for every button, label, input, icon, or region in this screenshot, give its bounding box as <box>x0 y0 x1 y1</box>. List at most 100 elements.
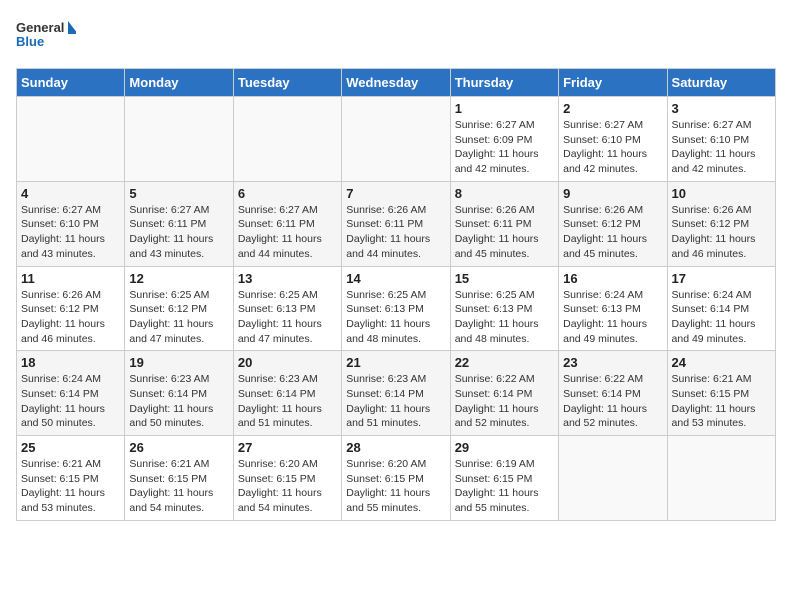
day-number: 29 <box>455 440 554 455</box>
calendar-cell <box>559 436 667 521</box>
calendar-cell: 17 Sunrise: 6:24 AM Sunset: 6:14 PM Dayli… <box>667 266 775 351</box>
day-number: 18 <box>21 355 120 370</box>
calendar-cell: 20Sunrise: 6:23 AM Sunset: 6:14 PM Dayli… <box>233 351 341 436</box>
calendar-cell: 4 Sunrise: 6:27 AM Sunset: 6:10 PM Daylig… <box>17 181 125 266</box>
calendar-cell: 25 Sunrise: 6:21 AM Sunset: 6:15 PM Dayli… <box>17 436 125 521</box>
calendar-table: SundayMondayTuesdayWednesdayThursdayFrid… <box>16 68 776 521</box>
day-number: 9 <box>563 186 662 201</box>
day-number: 22 <box>455 355 554 370</box>
day-info: Sunrise: 6:25 AM Sunset: 6:13 PM Dayligh… <box>346 288 445 347</box>
calendar-cell: 8 Sunrise: 6:26 AM Sunset: 6:11 PM Daylig… <box>450 181 558 266</box>
day-info: Sunrise: 6:24 AM Sunset: 6:13 PM Dayligh… <box>563 288 662 347</box>
calendar-cell <box>342 97 450 182</box>
calendar-cell: 19 Sunrise: 6:23 AM Sunset: 6:14 PM Dayli… <box>125 351 233 436</box>
day-number: 6 <box>238 186 337 201</box>
calendar-cell: 7 Sunrise: 6:26 AM Sunset: 6:11 PM Daylig… <box>342 181 450 266</box>
day-number: 19 <box>129 355 228 370</box>
calendar-cell: 14 Sunrise: 6:25 AM Sunset: 6:13 PM Dayli… <box>342 266 450 351</box>
calendar-cell <box>667 436 775 521</box>
calendar-cell <box>233 97 341 182</box>
calendar-cell: 16 Sunrise: 6:24 AM Sunset: 6:13 PM Dayli… <box>559 266 667 351</box>
calendar-cell: 15 Sunrise: 6:25 AM Sunset: 6:13 PM Dayli… <box>450 266 558 351</box>
day-info: Sunrise: 6:21 AM Sunset: 6:15 PM Dayligh… <box>129 457 228 516</box>
day-number: 15 <box>455 271 554 286</box>
calendar-cell: 13 Sunrise: 6:25 AM Sunset: 6:13 PM Dayli… <box>233 266 341 351</box>
day-info: Sunrise: 6:25 AM Sunset: 6:12 PM Dayligh… <box>129 288 228 347</box>
day-info: Sunrise: 6:23 AM Sunset: 6:14 PM Dayligh… <box>129 372 228 431</box>
day-number: 17 <box>672 271 771 286</box>
day-number: 2 <box>563 101 662 116</box>
calendar-cell: 11Sunrise: 6:26 AM Sunset: 6:12 PM Dayli… <box>17 266 125 351</box>
calendar-cell: 22 Sunrise: 6:22 AM Sunset: 6:14 PM Dayli… <box>450 351 558 436</box>
day-info: Sunrise: 6:21 AM Sunset: 6:15 PM Dayligh… <box>672 372 771 431</box>
calendar-cell: 28 Sunrise: 6:20 AM Sunset: 6:15 PM Dayli… <box>342 436 450 521</box>
calendar-cell: 6 Sunrise: 6:27 AM Sunset: 6:11 PM Daylig… <box>233 181 341 266</box>
day-number: 16 <box>563 271 662 286</box>
calendar-cell: 9 Sunrise: 6:26 AM Sunset: 6:12 PM Daylig… <box>559 181 667 266</box>
day-number: 8 <box>455 186 554 201</box>
calendar-cell: 10 Sunrise: 6:26 AM Sunset: 6:12 PM Dayli… <box>667 181 775 266</box>
page-header: GeneralBlue <box>16 16 776 56</box>
calendar-header-row: SundayMondayTuesdayWednesdayThursdayFrid… <box>17 69 776 97</box>
week-row-1: 1Sunrise: 6:27 AM Sunset: 6:09 PM Daylig… <box>17 97 776 182</box>
day-number: 4 <box>21 186 120 201</box>
logo: GeneralBlue <box>16 16 76 56</box>
calendar-cell: 3 Sunrise: 6:27 AM Sunset: 6:10 PM Daylig… <box>667 97 775 182</box>
calendar-cell <box>125 97 233 182</box>
day-info: Sunrise: 6:20 AM Sunset: 6:15 PM Dayligh… <box>346 457 445 516</box>
day-info: Sunrise: 6:22 AM Sunset: 6:14 PM Dayligh… <box>455 372 554 431</box>
header-friday: Friday <box>559 69 667 97</box>
day-number: 3 <box>672 101 771 116</box>
calendar-cell <box>17 97 125 182</box>
day-info: Sunrise: 6:27 AM Sunset: 6:09 PM Dayligh… <box>455 118 554 177</box>
day-info: Sunrise: 6:20 AM Sunset: 6:15 PM Dayligh… <box>238 457 337 516</box>
day-number: 13 <box>238 271 337 286</box>
week-row-5: 25 Sunrise: 6:21 AM Sunset: 6:15 PM Dayli… <box>17 436 776 521</box>
calendar-cell: 29Sunrise: 6:19 AM Sunset: 6:15 PM Dayli… <box>450 436 558 521</box>
day-number: 21 <box>346 355 445 370</box>
calendar-cell: 1Sunrise: 6:27 AM Sunset: 6:09 PM Daylig… <box>450 97 558 182</box>
day-number: 10 <box>672 186 771 201</box>
calendar-cell: 18 Sunrise: 6:24 AM Sunset: 6:14 PM Dayli… <box>17 351 125 436</box>
day-number: 25 <box>21 440 120 455</box>
day-number: 28 <box>346 440 445 455</box>
day-info: Sunrise: 6:27 AM Sunset: 6:10 PM Dayligh… <box>21 203 120 262</box>
day-number: 14 <box>346 271 445 286</box>
header-wednesday: Wednesday <box>342 69 450 97</box>
day-info: Sunrise: 6:23 AM Sunset: 6:14 PM Dayligh… <box>346 372 445 431</box>
day-info: Sunrise: 6:26 AM Sunset: 6:11 PM Dayligh… <box>455 203 554 262</box>
header-monday: Monday <box>125 69 233 97</box>
week-row-2: 4 Sunrise: 6:27 AM Sunset: 6:10 PM Daylig… <box>17 181 776 266</box>
svg-text:Blue: Blue <box>16 34 44 49</box>
logo-svg: GeneralBlue <box>16 16 76 56</box>
calendar-cell: 21 Sunrise: 6:23 AM Sunset: 6:14 PM Dayli… <box>342 351 450 436</box>
day-number: 26 <box>129 440 228 455</box>
day-info: Sunrise: 6:24 AM Sunset: 6:14 PM Dayligh… <box>21 372 120 431</box>
day-info: Sunrise: 6:25 AM Sunset: 6:13 PM Dayligh… <box>455 288 554 347</box>
day-info: Sunrise: 6:25 AM Sunset: 6:13 PM Dayligh… <box>238 288 337 347</box>
day-info: Sunrise: 6:26 AM Sunset: 6:12 PM Dayligh… <box>21 288 120 347</box>
day-info: Sunrise: 6:27 AM Sunset: 6:10 PM Dayligh… <box>563 118 662 177</box>
day-number: 23 <box>563 355 662 370</box>
day-number: 7 <box>346 186 445 201</box>
day-number: 12 <box>129 271 228 286</box>
day-number: 5 <box>129 186 228 201</box>
day-number: 24 <box>672 355 771 370</box>
day-info: Sunrise: 6:26 AM Sunset: 6:12 PM Dayligh… <box>672 203 771 262</box>
day-info: Sunrise: 6:26 AM Sunset: 6:11 PM Dayligh… <box>346 203 445 262</box>
day-info: Sunrise: 6:26 AM Sunset: 6:12 PM Dayligh… <box>563 203 662 262</box>
day-info: Sunrise: 6:21 AM Sunset: 6:15 PM Dayligh… <box>21 457 120 516</box>
calendar-cell: 24 Sunrise: 6:21 AM Sunset: 6:15 PM Dayli… <box>667 351 775 436</box>
day-info: Sunrise: 6:24 AM Sunset: 6:14 PM Dayligh… <box>672 288 771 347</box>
calendar-cell: 26 Sunrise: 6:21 AM Sunset: 6:15 PM Dayli… <box>125 436 233 521</box>
day-info: Sunrise: 6:22 AM Sunset: 6:14 PM Dayligh… <box>563 372 662 431</box>
calendar-cell: 12 Sunrise: 6:25 AM Sunset: 6:12 PM Dayli… <box>125 266 233 351</box>
day-number: 27 <box>238 440 337 455</box>
calendar-cell: 2 Sunrise: 6:27 AM Sunset: 6:10 PM Daylig… <box>559 97 667 182</box>
day-info: Sunrise: 6:27 AM Sunset: 6:11 PM Dayligh… <box>238 203 337 262</box>
header-tuesday: Tuesday <box>233 69 341 97</box>
day-info: Sunrise: 6:27 AM Sunset: 6:10 PM Dayligh… <box>672 118 771 177</box>
day-info: Sunrise: 6:27 AM Sunset: 6:11 PM Dayligh… <box>129 203 228 262</box>
header-thursday: Thursday <box>450 69 558 97</box>
day-number: 20 <box>238 355 337 370</box>
